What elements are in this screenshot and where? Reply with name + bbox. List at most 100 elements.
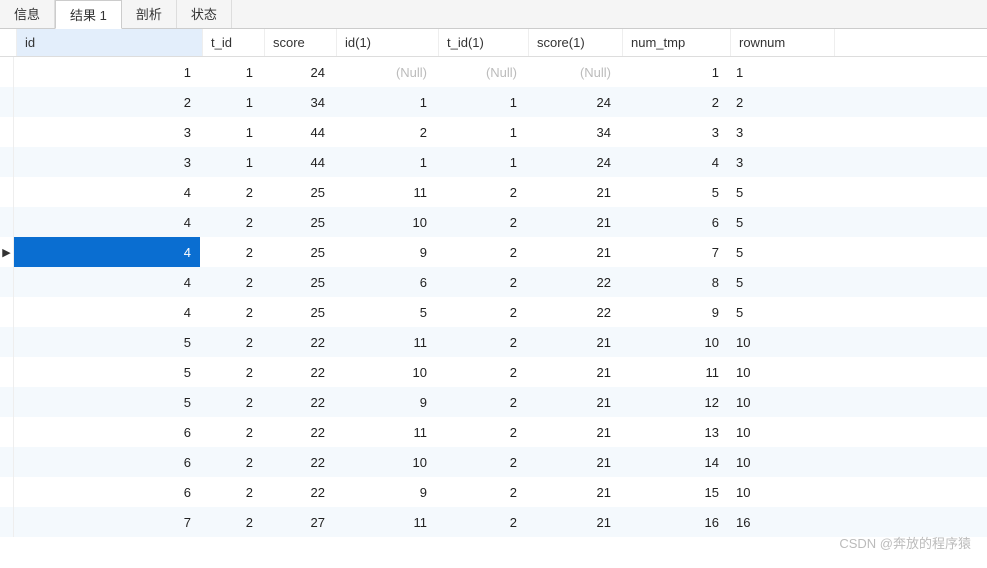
cell-score1[interactable]: 21 bbox=[526, 507, 620, 537]
cell-score[interactable]: 25 bbox=[262, 237, 334, 267]
cell-t_id1[interactable]: 1 bbox=[436, 117, 526, 147]
cell-score[interactable]: 25 bbox=[262, 267, 334, 297]
cell-rownum[interactable]: 10 bbox=[728, 477, 832, 507]
tab-result-1[interactable]: 结果 1 bbox=[55, 0, 122, 29]
cell-num_tmp[interactable]: 8 bbox=[620, 267, 728, 297]
table-row[interactable]: 1124(Null)(Null)(Null)11 bbox=[0, 57, 987, 87]
cell-score[interactable]: 44 bbox=[262, 147, 334, 177]
col-header-num-tmp[interactable]: num_tmp bbox=[623, 29, 731, 56]
cell-id[interactable]: 4 bbox=[14, 267, 200, 297]
cell-id1[interactable]: 10 bbox=[334, 447, 436, 477]
tab-info[interactable]: 信息 bbox=[0, 0, 55, 28]
table-row[interactable]: ▶4225922175 bbox=[0, 237, 987, 267]
cell-id1[interactable]: 9 bbox=[334, 237, 436, 267]
cell-score1[interactable]: 21 bbox=[526, 477, 620, 507]
cell-t_id[interactable]: 1 bbox=[200, 117, 262, 147]
cell-t_id[interactable]: 2 bbox=[200, 387, 262, 417]
cell-id1[interactable]: 2 bbox=[334, 117, 436, 147]
cell-id1[interactable]: 6 bbox=[334, 267, 436, 297]
cell-score[interactable]: 22 bbox=[262, 417, 334, 447]
cell-rownum[interactable]: 5 bbox=[728, 297, 832, 327]
cell-num_tmp[interactable]: 16 bbox=[620, 507, 728, 537]
table-row[interactable]: 522292211210 bbox=[0, 387, 987, 417]
cell-score[interactable]: 24 bbox=[262, 57, 334, 87]
tab-status[interactable]: 状态 bbox=[177, 0, 232, 28]
cell-id1[interactable]: 1 bbox=[334, 147, 436, 177]
cell-rownum[interactable]: 10 bbox=[728, 387, 832, 417]
cell-id1[interactable]: 11 bbox=[334, 507, 436, 537]
col-header-rownum[interactable]: rownum bbox=[731, 29, 835, 56]
cell-t_id1[interactable]: 2 bbox=[436, 477, 526, 507]
table-row[interactable]: 622292211510 bbox=[0, 477, 987, 507]
cell-rownum[interactable]: 10 bbox=[728, 357, 832, 387]
cell-num_tmp[interactable]: 5 bbox=[620, 177, 728, 207]
cell-t_id1[interactable]: 2 bbox=[436, 507, 526, 537]
cell-t_id1[interactable]: 1 bbox=[436, 147, 526, 177]
cell-id[interactable]: 4 bbox=[14, 297, 200, 327]
table-row[interactable]: 4225522295 bbox=[0, 297, 987, 327]
cell-t_id[interactable]: 2 bbox=[200, 297, 262, 327]
cell-t_id[interactable]: 2 bbox=[200, 507, 262, 537]
cell-id1[interactable]: 9 bbox=[334, 477, 436, 507]
cell-score[interactable]: 22 bbox=[262, 447, 334, 477]
cell-score[interactable]: 25 bbox=[262, 207, 334, 237]
table-row[interactable]: 5222102211110 bbox=[0, 357, 987, 387]
cell-num_tmp[interactable]: 13 bbox=[620, 417, 728, 447]
col-header-score1[interactable]: score(1) bbox=[529, 29, 623, 56]
table-row[interactable]: 3144213433 bbox=[0, 117, 987, 147]
cell-id[interactable]: 3 bbox=[14, 147, 200, 177]
cell-id[interactable]: 7 bbox=[14, 507, 200, 537]
cell-id[interactable]: 1 bbox=[14, 57, 200, 87]
cell-score1[interactable]: 24 bbox=[526, 147, 620, 177]
cell-rownum[interactable]: 5 bbox=[728, 267, 832, 297]
cell-id1[interactable]: 11 bbox=[334, 177, 436, 207]
cell-score[interactable]: 22 bbox=[262, 477, 334, 507]
cell-rownum[interactable]: 10 bbox=[728, 327, 832, 357]
cell-t_id1[interactable]: 2 bbox=[436, 447, 526, 477]
cell-t_id1[interactable]: 2 bbox=[436, 327, 526, 357]
cell-score[interactable]: 27 bbox=[262, 507, 334, 537]
cell-t_id1[interactable]: 2 bbox=[436, 297, 526, 327]
cell-t_id[interactable]: 2 bbox=[200, 267, 262, 297]
table-row[interactable]: 7227112211616 bbox=[0, 507, 987, 537]
cell-num_tmp[interactable]: 9 bbox=[620, 297, 728, 327]
cell-num_tmp[interactable]: 12 bbox=[620, 387, 728, 417]
cell-id[interactable]: 4 bbox=[14, 177, 200, 207]
tab-profile[interactable]: 剖析 bbox=[122, 0, 177, 28]
cell-id[interactable]: 6 bbox=[14, 477, 200, 507]
cell-id1[interactable]: 10 bbox=[334, 207, 436, 237]
cell-score[interactable]: 22 bbox=[262, 327, 334, 357]
col-header-t-id[interactable]: t_id bbox=[203, 29, 265, 56]
cell-rownum[interactable]: 1 bbox=[728, 57, 832, 87]
cell-id[interactable]: 6 bbox=[14, 417, 200, 447]
cell-id1[interactable]: 11 bbox=[334, 327, 436, 357]
col-header-t-id1[interactable]: t_id(1) bbox=[439, 29, 529, 56]
cell-score1[interactable]: (Null) bbox=[526, 57, 620, 87]
cell-num_tmp[interactable]: 11 bbox=[620, 357, 728, 387]
table-row[interactable]: 42251022165 bbox=[0, 207, 987, 237]
cell-rownum[interactable]: 3 bbox=[728, 147, 832, 177]
col-header-id1[interactable]: id(1) bbox=[337, 29, 439, 56]
cell-t_id[interactable]: 2 bbox=[200, 177, 262, 207]
cell-rownum[interactable]: 16 bbox=[728, 507, 832, 537]
cell-id1[interactable]: 5 bbox=[334, 297, 436, 327]
cell-score1[interactable]: 21 bbox=[526, 357, 620, 387]
cell-t_id1[interactable]: 2 bbox=[436, 417, 526, 447]
cell-id[interactable]: 5 bbox=[14, 357, 200, 387]
cell-id1[interactable]: 11 bbox=[334, 417, 436, 447]
cell-t_id1[interactable]: 1 bbox=[436, 87, 526, 117]
cell-num_tmp[interactable]: 4 bbox=[620, 147, 728, 177]
cell-score[interactable]: 34 bbox=[262, 87, 334, 117]
cell-score1[interactable]: 21 bbox=[526, 447, 620, 477]
cell-id[interactable]: 5 bbox=[14, 327, 200, 357]
cell-num_tmp[interactable]: 3 bbox=[620, 117, 728, 147]
cell-id1[interactable]: 10 bbox=[334, 357, 436, 387]
cell-score1[interactable]: 21 bbox=[526, 417, 620, 447]
cell-t_id[interactable]: 2 bbox=[200, 237, 262, 267]
cell-score[interactable]: 44 bbox=[262, 117, 334, 147]
cell-t_id[interactable]: 1 bbox=[200, 57, 262, 87]
cell-t_id[interactable]: 2 bbox=[200, 357, 262, 387]
cell-score1[interactable]: 34 bbox=[526, 117, 620, 147]
table-row[interactable]: 6222112211310 bbox=[0, 417, 987, 447]
table-row[interactable]: 2134112422 bbox=[0, 87, 987, 117]
